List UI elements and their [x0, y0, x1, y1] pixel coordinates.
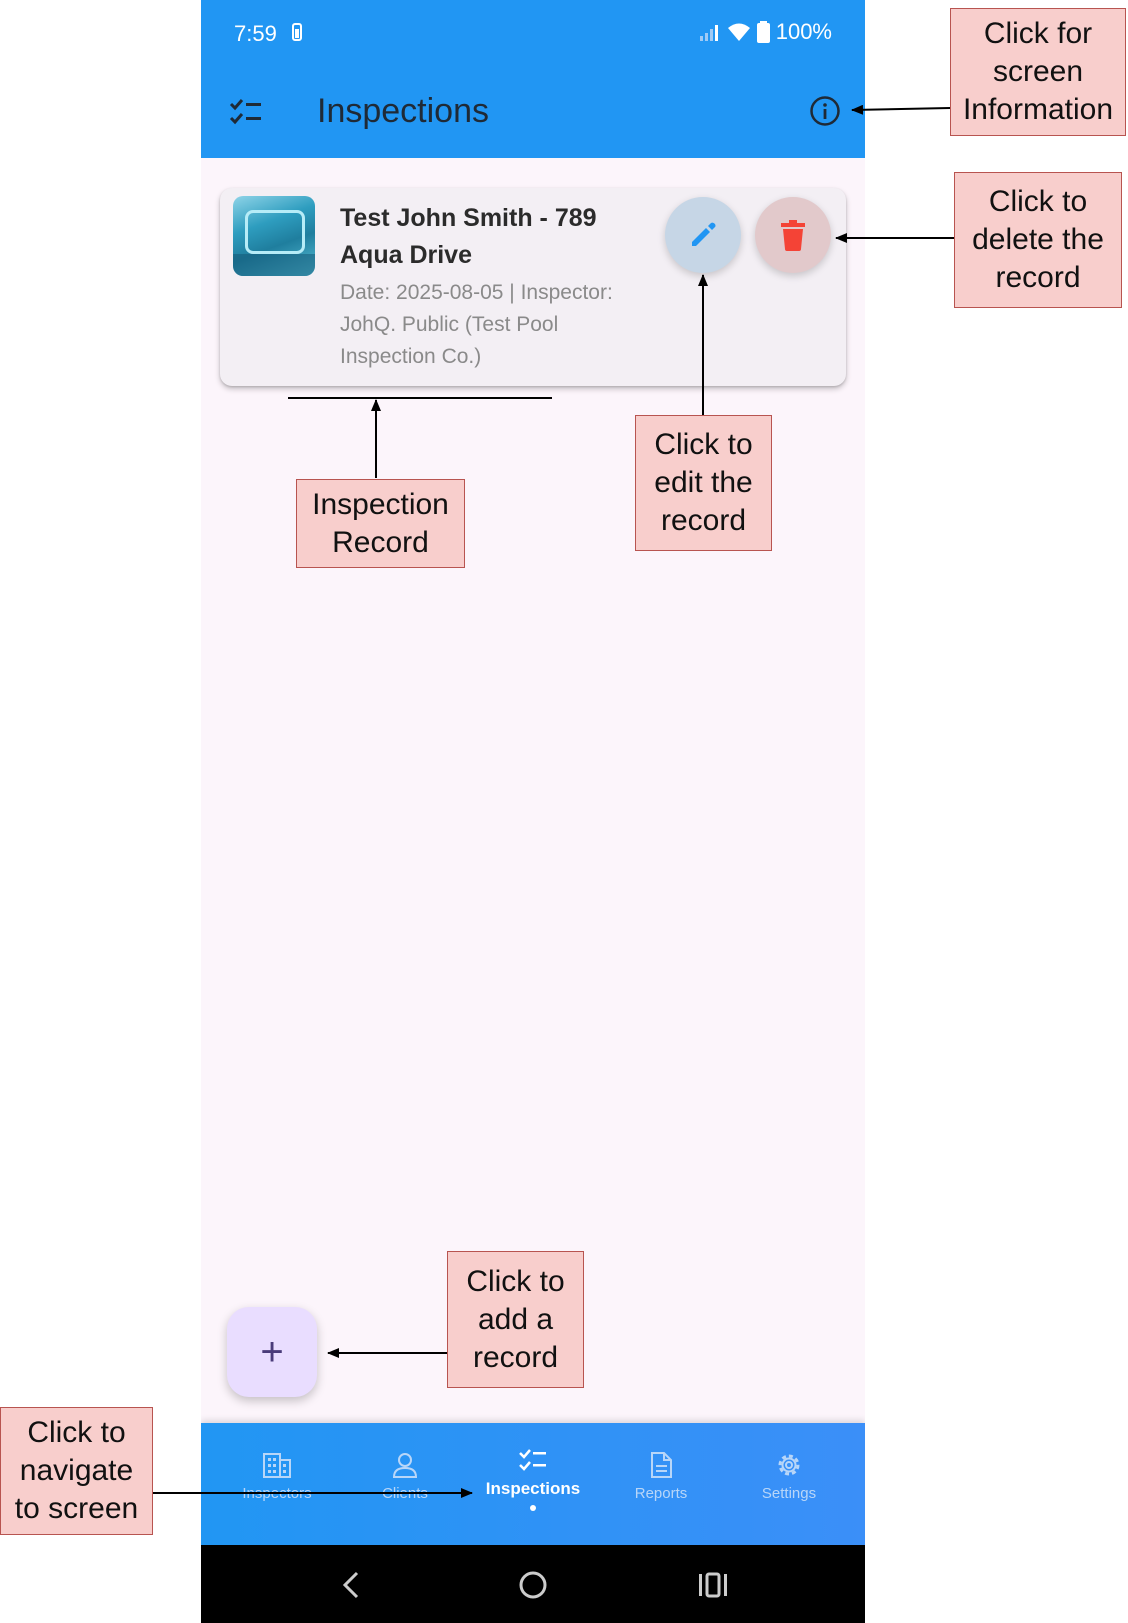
- page-title: Inspections: [317, 92, 489, 130]
- signal-icon: [699, 25, 718, 41]
- record-subtitle: Date: 2025-08-05 | Inspector: JohQ. Publ…: [340, 281, 613, 368]
- nav-label-inspectors: Inspectors: [242, 1485, 312, 1502]
- pencil-icon: [692, 222, 716, 246]
- system-navigation-bar: [201, 1545, 865, 1623]
- battery-icon: [756, 21, 770, 43]
- inspection-record-card[interactable]: Test John Smith - 789 Aqua Drive Date: 2…: [220, 188, 846, 386]
- callout-inspection-record: Inspection Record: [296, 479, 465, 568]
- edit-button[interactable]: [665, 197, 741, 273]
- active-indicator: [530, 1505, 536, 1511]
- callout-edit-record: Click to edit the record: [635, 415, 772, 551]
- checklist-icon: [519, 1449, 546, 1471]
- document-icon: [651, 1452, 672, 1478]
- nav-item-reports[interactable]: Reports: [606, 1451, 716, 1502]
- battery-percent: 100%: [775, 19, 832, 44]
- status-time: 7:59: [234, 21, 277, 46]
- arrow-info: [851, 104, 951, 115]
- back-icon[interactable]: [333, 1565, 373, 1605]
- info-icon[interactable]: [809, 95, 841, 127]
- plus-icon: +: [260, 1329, 284, 1374]
- gear-icon: [778, 1454, 800, 1476]
- status-icons: 100%: [699, 19, 832, 45]
- add-record-button[interactable]: +: [227, 1307, 317, 1397]
- nav-label-reports: Reports: [634, 1485, 688, 1502]
- building-icon: [263, 1453, 291, 1478]
- callout-delete-record: Click to delete the record: [954, 172, 1122, 308]
- delete-button[interactable]: [755, 197, 831, 273]
- nav-item-inspectors[interactable]: Inspectors: [222, 1451, 332, 1502]
- trash-icon: [781, 220, 805, 251]
- home-icon[interactable]: [513, 1565, 553, 1605]
- nav-label-clients: Clients: [382, 1485, 428, 1502]
- nav-item-inspections[interactable]: Inspections: [478, 1447, 588, 1511]
- nav-item-settings[interactable]: Settings: [734, 1451, 844, 1502]
- person-icon: [392, 1453, 418, 1478]
- status-bar: 7:59 100%: [201, 0, 865, 66]
- wifi-icon: [727, 23, 750, 41]
- record-title: Test John Smith - 789 Aqua Drive: [340, 204, 597, 269]
- nav-label-inspections: Inspections: [485, 1479, 581, 1498]
- checklist-icon: [229, 99, 261, 125]
- callout-add-record: Click to add a record: [447, 1251, 584, 1388]
- nav-item-clients[interactable]: Clients: [350, 1451, 460, 1502]
- bottom-navigation: Inspectors Clients Inspections Reports S…: [201, 1423, 865, 1545]
- nav-label-settings: Settings: [761, 1485, 817, 1502]
- pool-thumbnail: [233, 196, 315, 276]
- callout-navigate: Click to navigate to screen: [0, 1407, 153, 1535]
- battery-charging-icon: [292, 23, 302, 41]
- recents-icon[interactable]: [693, 1565, 733, 1605]
- callout-screen-info: Click for screen Information: [950, 8, 1126, 136]
- app-bar: Inspections: [201, 66, 865, 158]
